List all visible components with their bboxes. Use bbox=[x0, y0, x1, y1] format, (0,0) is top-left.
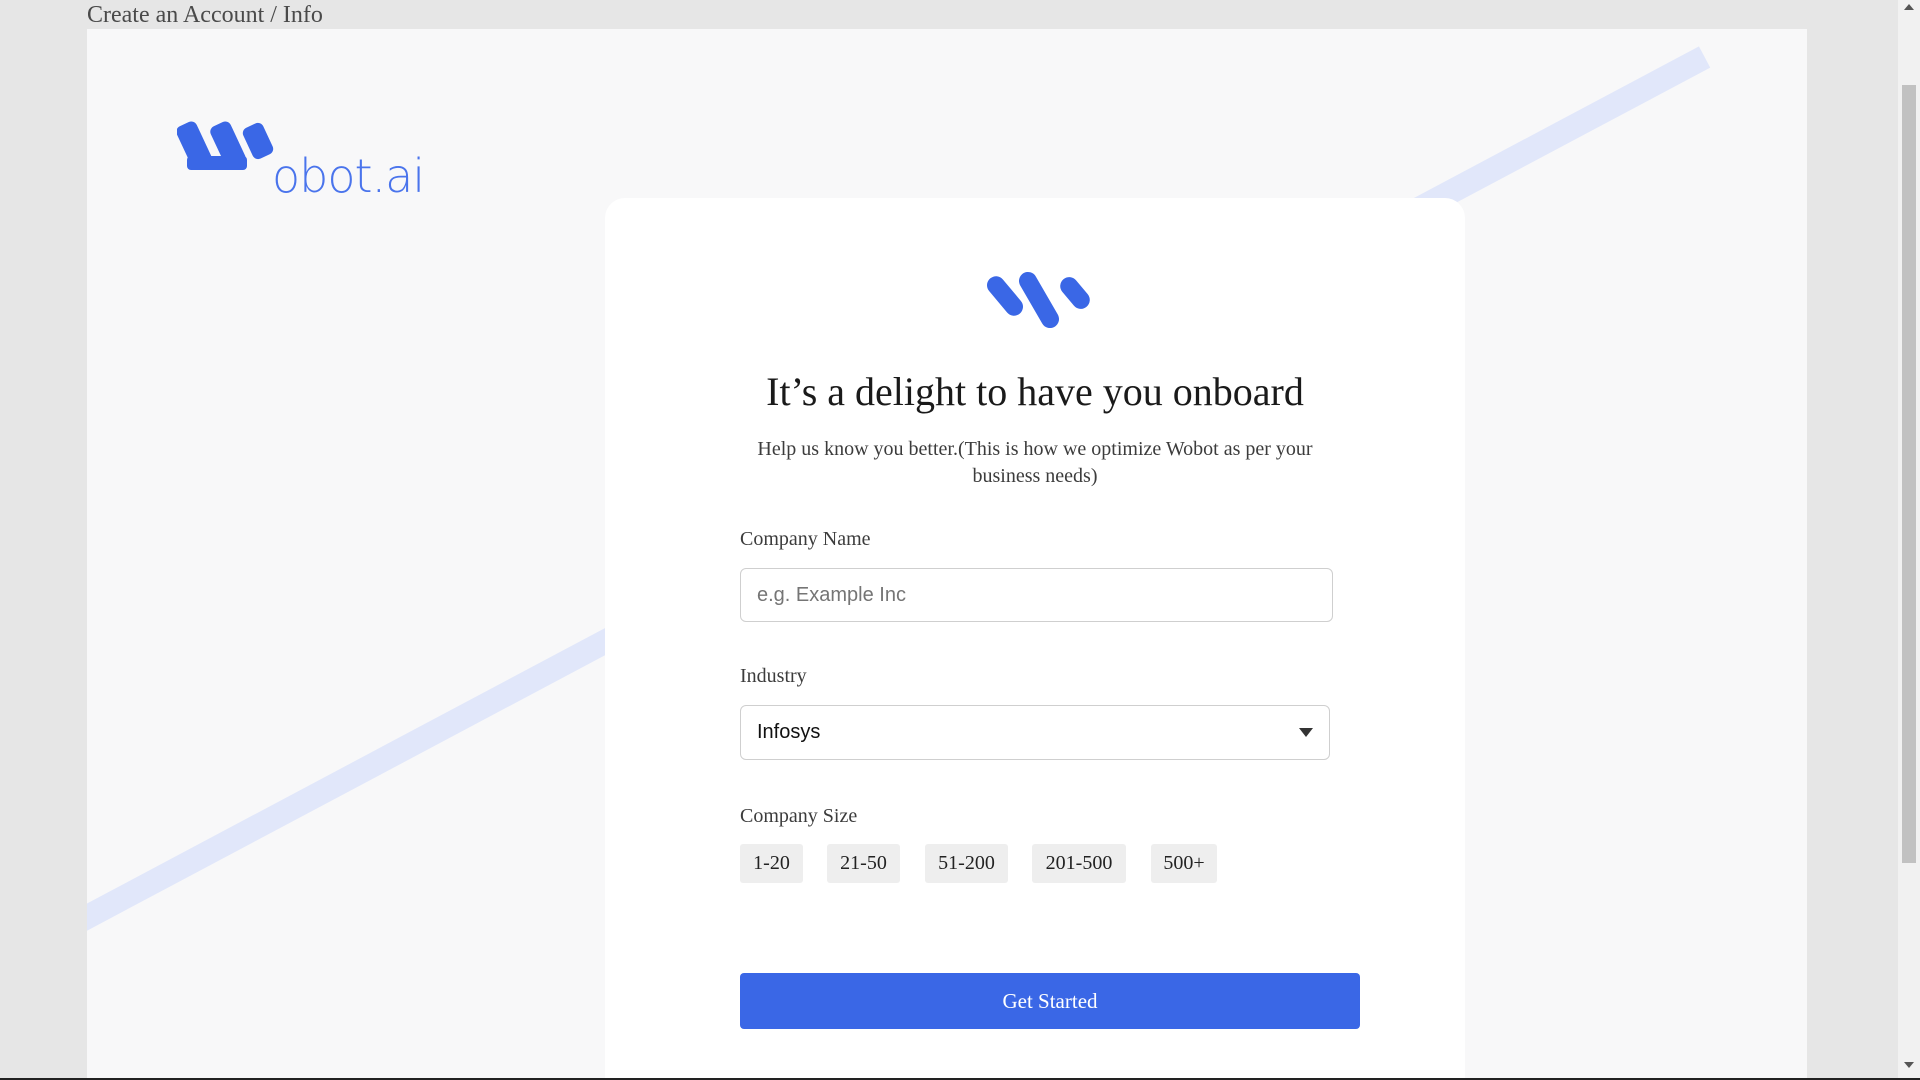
page-subtitle: Help us know you better.(This is how we … bbox=[757, 438, 1313, 487]
industry-selected-value: Infosys bbox=[757, 721, 821, 743]
scroll-up-icon[interactable] bbox=[1904, 4, 1914, 10]
size-option-201-500[interactable]: 201-500 bbox=[1032, 844, 1126, 883]
company-name-label: Company Name bbox=[740, 528, 871, 550]
vertical-scrollbar[interactable] bbox=[1898, 0, 1920, 1080]
size-option-51-200[interactable]: 51-200 bbox=[925, 844, 1008, 883]
chevron-down-icon[interactable] bbox=[1299, 728, 1313, 737]
size-option-1-20[interactable]: 1-20 bbox=[740, 844, 803, 883]
page-container: obot.ai It’s a delight to have you onboa… bbox=[87, 29, 1807, 1080]
scroll-down-icon[interactable] bbox=[1904, 1062, 1914, 1068]
onboarding-card: It’s a delight to have you onboard Help … bbox=[605, 198, 1465, 1080]
wobot-mark-icon bbox=[987, 271, 1090, 329]
size-option-500-plus[interactable]: 500+ bbox=[1151, 844, 1217, 883]
scrollbar-thumb[interactable] bbox=[1902, 85, 1916, 863]
company-name-input[interactable] bbox=[740, 568, 1333, 622]
size-option-21-50[interactable]: 21-50 bbox=[827, 844, 900, 883]
industry-select[interactable]: Infosys bbox=[740, 705, 1330, 760]
company-size-label: Company Size bbox=[740, 805, 858, 827]
brand-wordmark: obot.ai bbox=[272, 149, 425, 203]
get-started-button[interactable]: Get Started bbox=[740, 973, 1360, 1029]
industry-label: Industry bbox=[740, 665, 807, 687]
page-title: It’s a delight to have you onboard bbox=[766, 369, 1304, 414]
breadcrumb: Create an Account / Info bbox=[87, 2, 323, 28]
